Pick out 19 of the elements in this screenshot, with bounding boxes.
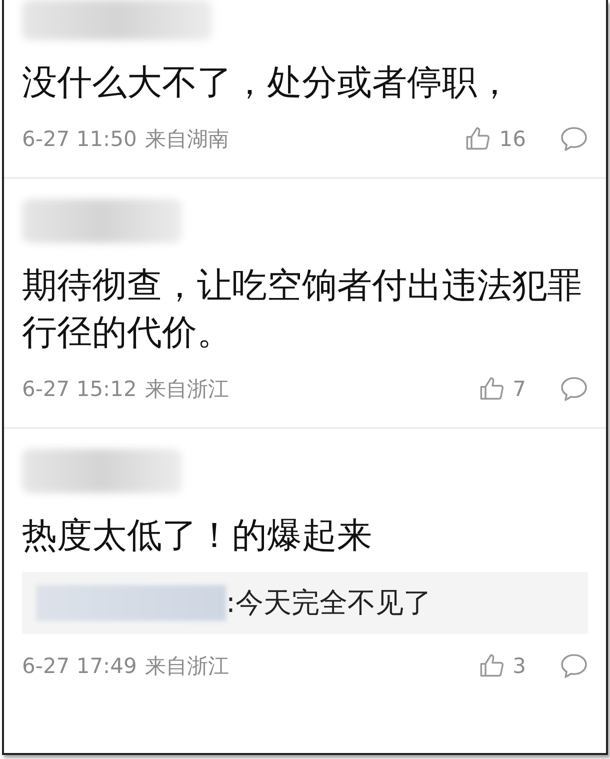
thumbs-up-icon[interactable] (465, 126, 492, 152)
like-count: 16 (499, 127, 526, 151)
comment-location: 来自浙江 (144, 376, 229, 403)
comment-icon[interactable] (560, 653, 588, 679)
comment-text: 期待彻查，让吃空饷者付出违法犯罪行径的代价。 (22, 265, 583, 355)
comment-icon[interactable] (560, 376, 588, 402)
comment-location: 来自浙江 (144, 653, 229, 680)
comment-time: 6-27 11:50 (22, 127, 137, 151)
comment-icon[interactable] (560, 126, 588, 152)
comment-text: 热度太低了！的爆起来 (22, 515, 373, 558)
thumbs-up-icon[interactable] (478, 376, 505, 402)
comment-time: 6-27 17:49 (22, 654, 137, 678)
thumbs-up-icon[interactable] (478, 653, 505, 679)
reply-text: :今天完全不见了 (226, 585, 432, 621)
comment-location: 来自湖南 (144, 126, 229, 153)
like-count: 3 (512, 654, 526, 678)
comment-time: 6-27 15:12 (22, 377, 137, 401)
like-count: 7 (512, 377, 526, 401)
comment-text: 没什么大不了，处分或者停职， (22, 62, 513, 105)
